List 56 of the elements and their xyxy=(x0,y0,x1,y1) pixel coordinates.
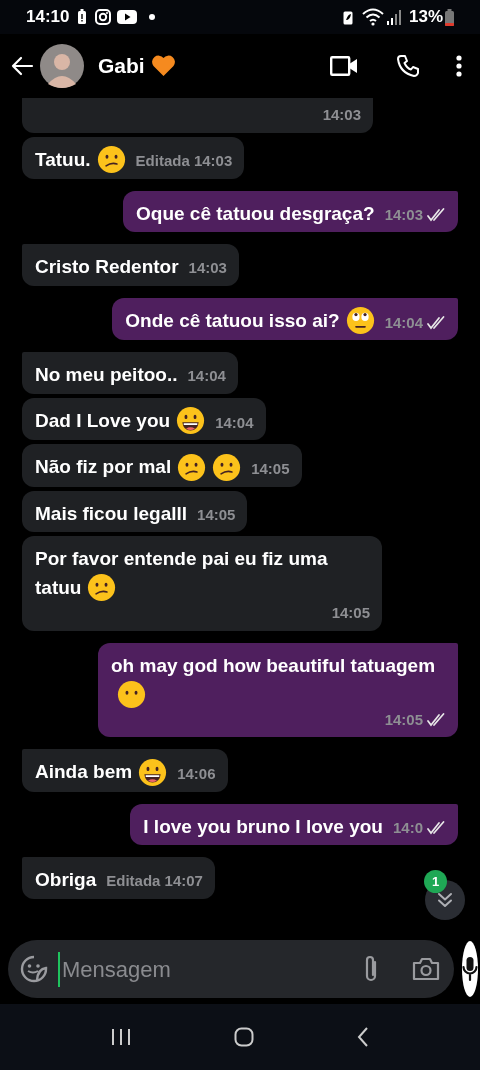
sticker-icon[interactable] xyxy=(20,955,48,983)
message-time: 14:05 xyxy=(251,459,290,480)
message-text: Onde cê tatuou isso ai? xyxy=(125,310,340,332)
message-time: 14:06 xyxy=(177,764,216,785)
message-time: 14:04 xyxy=(384,312,423,333)
status-time: 14:10 xyxy=(26,6,70,29)
message-text: Oque cê tatuou desgraça? xyxy=(136,203,375,225)
message-text: oh may god how beautiful tatuagem xyxy=(111,655,436,677)
microphone-icon xyxy=(462,956,478,982)
battery-alert-icon xyxy=(77,9,88,25)
video-call-icon[interactable] xyxy=(330,56,358,76)
back-arrow-icon xyxy=(10,56,34,76)
message-input[interactable]: Mensagem xyxy=(58,951,352,987)
message-text: Não fiz por mal xyxy=(35,456,172,478)
message-time: Editada 14:03 xyxy=(135,151,233,172)
dot-icon xyxy=(149,14,156,20)
message-time: Editada 14:07 xyxy=(106,871,203,892)
message-text: Ainda bem xyxy=(35,761,133,783)
message-text: No meu peitoo.. xyxy=(35,364,178,386)
phone-call-icon[interactable] xyxy=(396,54,420,78)
recent-apps-icon[interactable] xyxy=(111,1028,132,1046)
unread-badge: 1 xyxy=(424,870,447,893)
battery-saver-icon xyxy=(342,9,353,25)
message-time: 14:03 xyxy=(188,258,227,279)
back-button[interactable] xyxy=(10,56,34,76)
avatar[interactable] xyxy=(40,44,84,88)
message-time: 14:05 xyxy=(331,603,370,624)
home-icon[interactable] xyxy=(234,1027,254,1047)
heart-icon xyxy=(150,55,176,77)
signal-icon xyxy=(386,9,401,25)
message-text: Obriga xyxy=(35,869,97,891)
play-app-icon xyxy=(117,10,138,24)
message-time: 14:04 xyxy=(187,366,226,387)
back-icon[interactable] xyxy=(356,1027,369,1047)
message-text: Por favor entende pai eu fiz uma tatuu xyxy=(35,548,328,599)
more-options-icon[interactable] xyxy=(456,55,462,77)
message-text: Dad I Love you xyxy=(35,410,171,432)
message-text: I love you bruno I love you xyxy=(143,816,383,838)
message-time: 14:03 xyxy=(384,204,423,225)
battery-icon xyxy=(445,8,454,26)
camera-app-icon xyxy=(95,9,112,25)
message-time: 14:04 xyxy=(215,412,254,433)
double-chevron-down-icon xyxy=(436,891,454,909)
message-text: Cristo Redentor xyxy=(35,256,179,278)
message-text: Mais ficou legalll xyxy=(35,503,188,525)
battery-percent: 13% xyxy=(408,6,443,29)
message-time: 14:0 xyxy=(392,817,423,838)
message-time: 14:05 xyxy=(197,504,236,525)
contact-name[interactable]: Gabi xyxy=(98,50,145,82)
message-time: 14:03 xyxy=(322,105,361,125)
message-field[interactable]: Mensagem xyxy=(8,940,454,998)
message-text: Tatuu. xyxy=(35,149,91,170)
camera-icon[interactable] xyxy=(412,957,440,981)
microphone-button[interactable] xyxy=(462,941,478,997)
message-time: 14:05 xyxy=(384,709,423,730)
wifi-icon xyxy=(360,8,385,26)
